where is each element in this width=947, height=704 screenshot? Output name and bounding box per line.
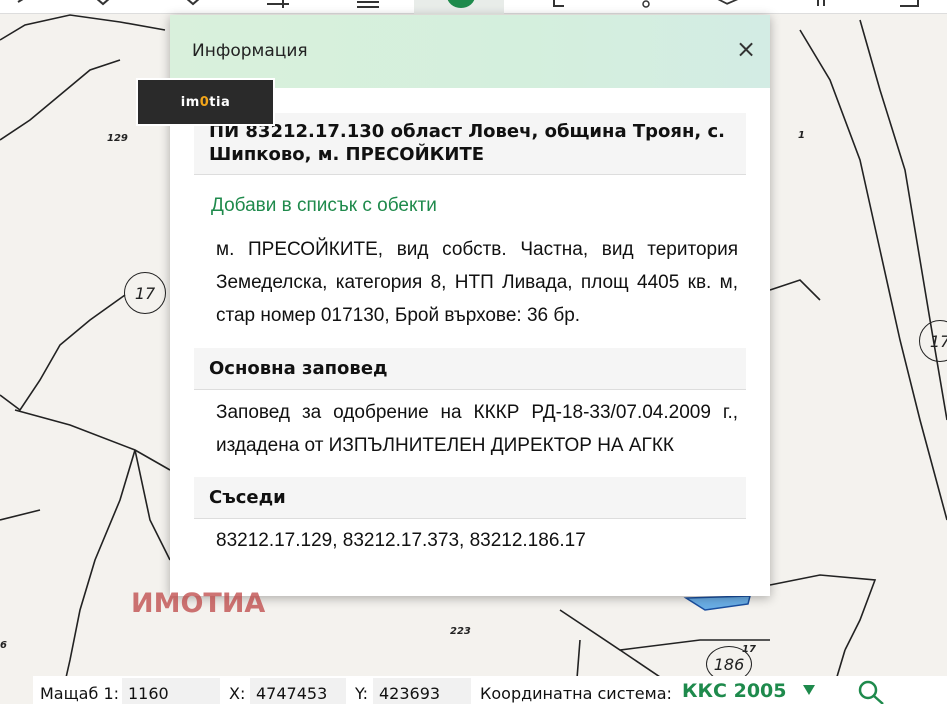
plot-label: 223 [450, 626, 471, 637]
add-layer-icon[interactable] [265, 0, 291, 10]
search-icon[interactable] [856, 679, 886, 704]
chevron-down-icon[interactable] [180, 0, 206, 10]
tree-icon[interactable] [810, 0, 836, 10]
document-icon[interactable] [550, 0, 576, 10]
plot-label: 1 [798, 130, 805, 141]
top-toolbar [0, 0, 947, 14]
parcel-description: м. ПРЕСОЙКИТЕ, вид собств. Частна, вид т… [216, 239, 738, 326]
close-icon[interactable]: × [734, 37, 758, 61]
x-label: X: [229, 684, 246, 703]
order-text: Заповед за одобрение на КККР РД-18-33/07… [216, 402, 738, 456]
watermark: ИМОТИА [131, 588, 266, 619]
status-bar: Мащаб 1: 1160 X: 4747453 Y: 423693 Коорд… [33, 676, 947, 704]
imotia-logo: im0tia [136, 78, 275, 126]
add-to-list-link[interactable]: Добави в списък с обекти [211, 195, 437, 217]
export-icon[interactable] [898, 0, 924, 10]
y-coordinate-field: 423693 [373, 678, 471, 704]
parcel-number-circle: 17 [124, 272, 166, 314]
neighbors-text: 83212.17.129, 83212.17.373, 83212.186.17 [216, 530, 586, 551]
crs-select[interactable]: ККС 2005 [682, 680, 787, 702]
list-icon[interactable] [355, 0, 381, 10]
x-coordinate-field: 4747453 [250, 678, 346, 704]
order-heading: Основна заповед [194, 348, 746, 390]
pin-icon[interactable] [635, 0, 661, 10]
plot-label: 129 [107, 133, 128, 144]
scale-label: Мащаб 1: [40, 684, 120, 703]
download-icon[interactable] [90, 0, 116, 10]
book-icon[interactable] [715, 0, 741, 10]
plot-label: 6 [0, 640, 7, 651]
dialog-title: Информация [192, 41, 308, 61]
neighbors-heading: Съседи [194, 477, 746, 519]
back-icon[interactable] [8, 0, 34, 10]
scale-input[interactable]: 1160 [122, 678, 220, 704]
y-label: Y: [355, 684, 369, 703]
chevron-down-icon[interactable] [803, 685, 815, 695]
parcel-heading: ПИ 83212.17.130 област Ловеч, община Тро… [194, 113, 746, 175]
crs-label: Координатна система: [480, 684, 672, 703]
